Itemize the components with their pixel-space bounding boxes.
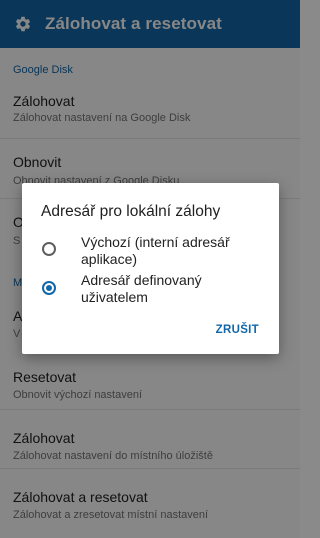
radio-selected[interactable] bbox=[42, 281, 56, 295]
backup-directory-dialog: Adresář pro lokální zálohy Výchozí (inte… bbox=[22, 183, 279, 354]
option-default-directory[interactable]: Výchozí (interní adresář aplikace) bbox=[22, 232, 279, 270]
dialog-title: Adresář pro lokální zálohy bbox=[41, 203, 221, 220]
cancel-button[interactable]: ZRUŠIT bbox=[216, 324, 259, 336]
option-user-directory[interactable]: Adresář definovaný uživatelem bbox=[22, 270, 279, 308]
radio-unselected[interactable] bbox=[42, 242, 56, 256]
option-label: Výchozí (interní adresář aplikace) bbox=[81, 234, 230, 267]
option-label: Adresář definovaný uživatelem bbox=[81, 272, 202, 305]
backup-reset-screen: Zálohovat a resetovat Google Disk Záloho… bbox=[0, 0, 300, 538]
